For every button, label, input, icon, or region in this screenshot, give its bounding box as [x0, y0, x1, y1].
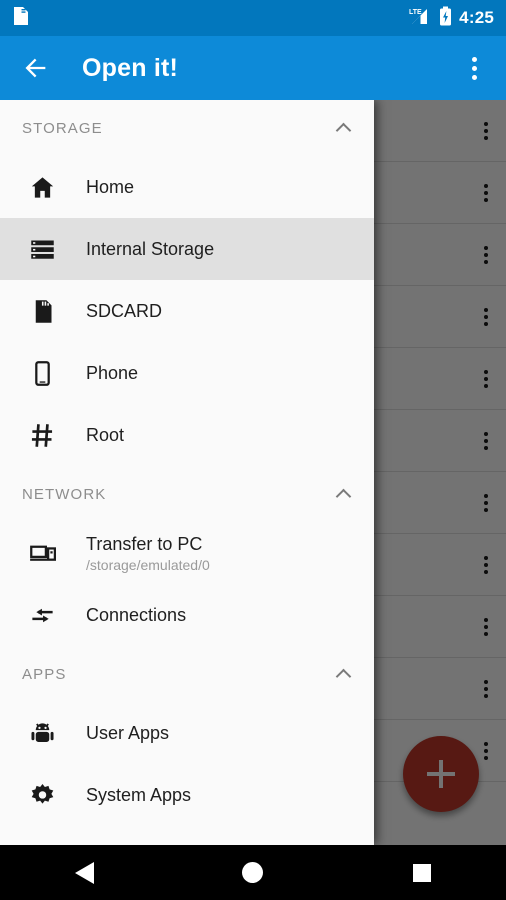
sidebar-item-text: Home	[86, 176, 134, 199]
svg-text:LTE: LTE	[409, 9, 422, 16]
android-robot-icon	[20, 720, 64, 747]
android-navigation-bar	[0, 845, 506, 900]
nav-recents-button[interactable]	[392, 845, 452, 900]
sidebar-item-connections[interactable]: Connections	[0, 584, 374, 646]
section-title: NETWORK	[22, 485, 107, 503]
sidebar-item-sdcard[interactable]: SDCARD	[0, 280, 374, 342]
home-icon	[20, 174, 64, 201]
sidebar-item-label: Internal Storage	[86, 238, 215, 259]
chevron-up-icon[interactable]	[336, 120, 352, 136]
sidebar-item-processes[interactable]: Processes	[0, 826, 374, 845]
status-bar: LTE 4:25	[0, 0, 506, 36]
sidebar-item-subtitle: /storage/emulated/0	[86, 556, 210, 573]
sd-card-icon	[20, 298, 64, 325]
sidebar-item-text: System Apps	[86, 784, 191, 807]
more-vertical-icon-dot-1	[471, 56, 477, 62]
sidebar-item-phone[interactable]: Phone	[0, 342, 374, 404]
navigation-drawer: STORAGE Home Internal Storage SDCARD Pho…	[0, 100, 374, 845]
sidebar-item-text: SDCARD	[86, 300, 162, 323]
arrow-back-icon	[25, 58, 46, 78]
sidebar-item-system-apps[interactable]: System Apps	[0, 764, 374, 826]
phone-screen: LTE 4:25 Open it! STORAGE Home Internal …	[0, 0, 506, 900]
battery-charging-icon	[439, 6, 452, 31]
sidebar-item-transfer-to-pc[interactable]: Transfer to PC /storage/emulated/0	[0, 522, 374, 584]
sidebar-item-label: Root	[86, 424, 125, 445]
section-header-storage: STORAGE	[0, 100, 374, 156]
document-icon	[12, 6, 30, 31]
triangle-back-icon	[74, 861, 94, 884]
section-header-apps: APPS	[0, 646, 374, 702]
section-title: APPS	[22, 665, 67, 683]
sidebar-item-label: Connections	[86, 604, 187, 625]
sidebar-item-text: Internal Storage	[86, 238, 214, 261]
back-button[interactable]	[8, 40, 64, 96]
computer-icon	[20, 540, 64, 567]
section-title: STORAGE	[22, 119, 103, 137]
sidebar-item-user-apps[interactable]: User Apps	[0, 702, 374, 764]
sidebar-item-label: Home	[86, 176, 135, 197]
storage-icon	[20, 236, 64, 263]
swap-arrows-icon	[20, 602, 64, 629]
status-bar-clock: 4:25	[459, 8, 494, 27]
circle-home-icon	[242, 862, 264, 883]
status-bar-notifications	[12, 6, 408, 31]
sidebar-item-text: Connections	[86, 604, 186, 627]
nav-home-button[interactable]	[223, 845, 283, 900]
sidebar-item-text: Transfer to PC /storage/emulated/0	[86, 533, 210, 573]
sidebar-item-internal-storage[interactable]: Internal Storage	[0, 218, 374, 280]
signal-bars-icon: LTE	[408, 6, 432, 31]
phone-icon	[20, 360, 64, 387]
sidebar-item-label: System Apps	[86, 784, 192, 805]
sidebar-item-label: Phone	[86, 362, 139, 383]
section-header-network: NETWORK	[0, 466, 374, 522]
gear-icon	[20, 782, 64, 809]
chevron-up-icon[interactable]	[336, 666, 352, 682]
sidebar-item-text: Root	[86, 424, 124, 447]
status-bar-indicators: LTE 4:25	[408, 6, 494, 31]
sidebar-item-root[interactable]: Root	[0, 404, 374, 466]
sidebar-item-label: SDCARD	[86, 300, 163, 321]
sidebar-item-label: Transfer to PC	[86, 534, 203, 555]
sidebar-item-text: User Apps	[86, 722, 169, 745]
more-vertical-icon-dot-2	[471, 65, 477, 71]
sidebar-item-text: Phone	[86, 362, 138, 385]
nav-back-button[interactable]	[54, 845, 114, 900]
app-toolbar: Open it!	[0, 36, 506, 100]
sidebar-item-label: User Apps	[86, 722, 170, 743]
page-title: Open it!	[82, 53, 179, 82]
hash-icon	[20, 422, 64, 449]
toolbar-overflow-button[interactable]	[448, 40, 500, 96]
square-recents-icon	[412, 863, 431, 882]
sidebar-item-home[interactable]: Home	[0, 156, 374, 218]
chevron-up-icon[interactable]	[336, 486, 352, 502]
more-vertical-icon-dot-3	[471, 74, 477, 80]
